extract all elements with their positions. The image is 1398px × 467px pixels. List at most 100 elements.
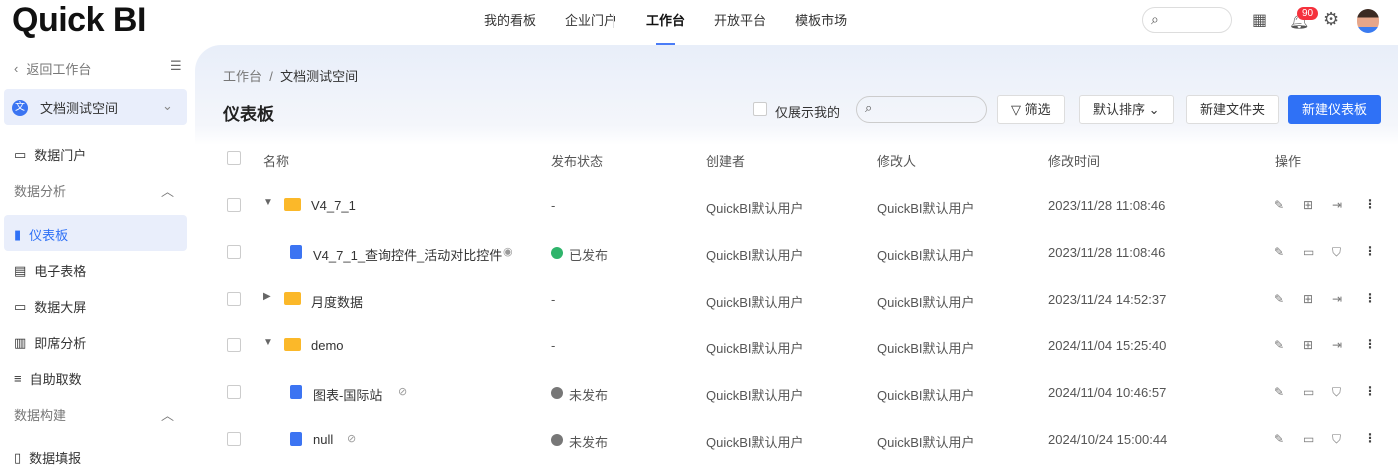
modifier: QuickBI默认用户 [877, 341, 975, 357]
monitor-icon[interactable]: ▭ [1303, 385, 1314, 399]
row-checkbox[interactable] [227, 198, 241, 212]
apps-grid-icon[interactable]: ▦ [1252, 10, 1267, 30]
search-icon: ⌕ [1151, 11, 1159, 27]
table-row[interactable]: V4_7_1_查询控件_活动对比控件 ◉ 已发布 QuickBI默认用户 QuickBI… [195, 244, 1398, 275]
sidebar-item-dashboard[interactable]: ▮ 仪表板 [14, 225, 68, 244]
filter-icon: ▽ [1011, 102, 1021, 117]
eye-icon[interactable]: ◉ [503, 245, 513, 258]
row-checkbox[interactable] [227, 385, 241, 400]
caret-right-icon[interactable]: ▶ [263, 291, 271, 302]
more-icon[interactable]: ⋮ [1364, 431, 1376, 445]
chevron-down-icon[interactable]: ⌄ [162, 98, 173, 114]
item-name[interactable]: demo [311, 338, 344, 353]
modified-time: 2023/11/28 11:08:46 [1048, 244, 1166, 260]
sort-dropdown[interactable]: 默认排序 ⌄ [1079, 95, 1174, 124]
edit-icon[interactable]: ✎ [1274, 198, 1284, 212]
more-icon[interactable]: ⋮ [1364, 197, 1376, 211]
sidebar-group-analysis[interactable]: 数据分析 ︿ [14, 181, 174, 200]
add-icon[interactable]: ⊞ [1303, 198, 1313, 212]
row-checkbox[interactable] [227, 291, 241, 306]
shield-icon[interactable]: ⛉ [1332, 385, 1341, 400]
edit-icon[interactable]: ✎ [1274, 338, 1284, 352]
breadcrumb-current: 文档测试空间 [280, 69, 359, 84]
search-icon: ⌕ [865, 100, 873, 115]
edit-icon[interactable]: ✎ [1274, 292, 1284, 306]
item-name[interactable]: 图表-国际站 [313, 385, 382, 404]
global-search[interactable]: ⌕ [1142, 7, 1232, 33]
modifier: QuickBI默认用户 [877, 247, 975, 263]
nav-template-market[interactable]: 模板市场 [795, 0, 847, 45]
item-name[interactable]: 月度数据 [311, 292, 363, 311]
more-icon[interactable]: ⋮ [1364, 291, 1376, 305]
modifier: QuickBI默认用户 [877, 435, 975, 450]
move-icon[interactable]: ⇥ [1332, 338, 1342, 352]
status-text: 未发布 [569, 388, 609, 404]
table-row[interactable]: ▼ demo - QuickBI默认用户 QuickBI默认用户 2024/11/04 1… [195, 337, 1398, 368]
edit-icon[interactable]: ✎ [1274, 385, 1284, 399]
modified-time: 2024/11/04 10:46:57 [1048, 385, 1167, 401]
sidebar-group-build[interactable]: 数据构建 ︿ [14, 405, 174, 424]
collapse-sidebar-icon[interactable]: ☰ [170, 58, 182, 74]
sidebar-item-screen[interactable]: ▭ 数据大屏 [14, 297, 86, 316]
monitor-icon[interactable]: ▭ [1303, 245, 1314, 259]
row-checkbox[interactable] [227, 432, 241, 446]
shield-icon[interactable]: ⛉ [1332, 432, 1341, 447]
unpublished-icon [551, 387, 563, 400]
add-icon[interactable]: ⊞ [1303, 338, 1313, 352]
col-name[interactable]: 名称 [263, 151, 289, 170]
creator: QuickBI默认用户 [706, 388, 804, 404]
move-icon[interactable]: ⇥ [1332, 292, 1342, 306]
move-icon[interactable]: ⇥ [1332, 198, 1342, 212]
item-name[interactable]: V4_7_1_查询控件_活动对比控件 [313, 245, 502, 264]
item-name[interactable]: V4_7_1 [311, 198, 356, 213]
col-modified-time[interactable]: 修改时间 [1048, 151, 1100, 170]
select-all-checkbox[interactable] [227, 151, 241, 165]
chevron-up-icon: ︿ [160, 408, 174, 423]
new-folder-button[interactable]: 新建文件夹 [1186, 95, 1280, 124]
col-status[interactable]: 发布状态 [551, 151, 603, 170]
col-creator[interactable]: 创建者 [706, 151, 745, 170]
sidebar-item-spreadsheet[interactable]: ▤ 电子表格 [14, 261, 86, 280]
table-row[interactable]: ▼ V4_7_1 - QuickBI默认用户 QuickBI默认用户 2023/11/28… [195, 197, 1398, 228]
shield-icon[interactable]: ⛉ [1332, 245, 1341, 260]
unpublished-icon [551, 434, 563, 446]
col-actions: 操作 [1275, 154, 1302, 169]
eye-off-icon[interactable]: ⊘ [398, 385, 407, 398]
search-input[interactable]: ⌕ [856, 96, 987, 123]
more-icon[interactable]: ⋮ [1364, 244, 1376, 258]
only-mine-checkbox[interactable] [753, 102, 767, 116]
edit-icon[interactable]: ✎ [1274, 432, 1284, 446]
chevron-down-icon: ⌄ [1148, 102, 1160, 117]
eye-off-icon[interactable]: ⊘ [347, 432, 356, 445]
nav-portal[interactable]: 企业门户 [565, 0, 617, 45]
modified-time: 2024/10/24 15:00:44 [1048, 432, 1168, 447]
caret-down-icon[interactable]: ▼ [263, 337, 273, 348]
filter-button[interactable]: ▽ 筛选 [997, 95, 1065, 124]
row-checkbox[interactable] [227, 338, 241, 353]
item-name[interactable]: null [313, 432, 333, 447]
back-to-workbench[interactable]: ‹ 返回工作台 [14, 59, 91, 78]
table-row[interactable]: 图表-国际站 ⊘ 未发布 QuickBI默认用户 QuickBI默认用户 2024/11/… [195, 384, 1398, 415]
add-icon[interactable]: ⊞ [1303, 292, 1313, 306]
more-icon[interactable]: ⋮ [1364, 337, 1376, 351]
table-row[interactable]: null ⊘ 未发布 QuickBI默认用户 QuickBI默认用户 2024/10/24… [195, 431, 1398, 462]
gear-icon[interactable]: ⚙ [1323, 9, 1339, 30]
breadcrumb-workbench[interactable]: 工作台 [223, 69, 262, 84]
nav-workbench[interactable]: 工作台 [646, 0, 685, 45]
nav-open-platform[interactable]: 开放平台 [714, 0, 766, 45]
avatar[interactable] [1357, 9, 1379, 33]
chevron-left-icon: ‹ [14, 61, 19, 76]
col-modifier[interactable]: 修改人 [877, 151, 916, 170]
caret-down-icon[interactable]: ▼ [263, 197, 273, 208]
more-icon[interactable]: ⋮ [1364, 384, 1376, 398]
nav-my-boards[interactable]: 我的看板 [484, 0, 536, 45]
sidebar-item-fill[interactable]: ▯ 数据填报 [14, 448, 81, 467]
new-dashboard-button[interactable]: 新建仪表板 [1288, 95, 1382, 124]
sidebar-item-adhoc[interactable]: ▥ 即席分析 [14, 333, 86, 352]
row-checkbox[interactable] [227, 244, 241, 259]
edit-icon[interactable]: ✎ [1274, 245, 1284, 259]
sidebar-item-portal[interactable]: ▭ 数据门户 [14, 145, 86, 164]
table-row[interactable]: ▶ 月度数据 - QuickBI默认用户 QuickBI默认用户 2023/11/24 1… [195, 291, 1398, 322]
sidebar-item-self-service[interactable]: ≡ 自助取数 [14, 369, 82, 388]
monitor-icon[interactable]: ▭ [1303, 432, 1314, 446]
